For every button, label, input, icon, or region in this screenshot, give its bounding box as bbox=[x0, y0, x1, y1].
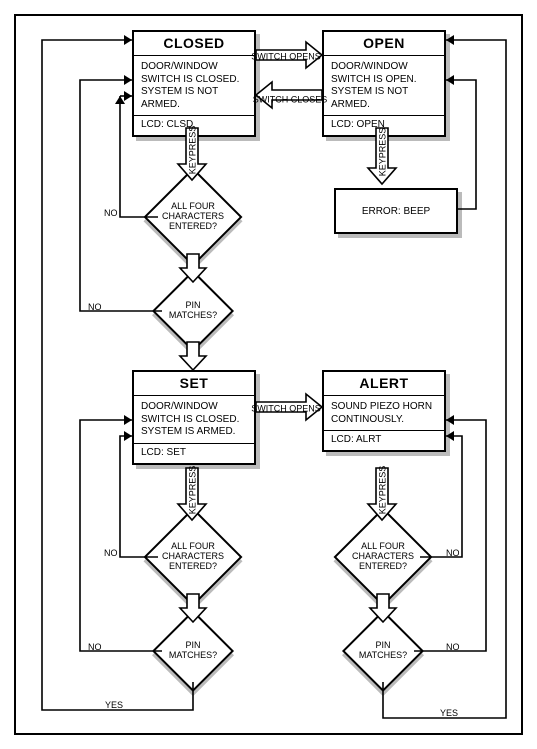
label-yes-6: YES bbox=[440, 708, 458, 718]
label-yes-3: YES bbox=[190, 598, 200, 616]
label-yes-1: YES bbox=[190, 258, 200, 276]
state-open-lcd: LCD: OPEN bbox=[324, 115, 444, 135]
state-alert: ALERT SOUND PIEZO HORN CONTINOUSLY. LCD:… bbox=[322, 370, 446, 452]
error-label: ERROR: BEEP bbox=[362, 206, 430, 217]
decision-alert-pin-label: PIN MATCHES? bbox=[354, 622, 412, 680]
decision-set-allfour: ALL FOUR CHARACTERS ENTERED? bbox=[158, 522, 228, 592]
state-open-title: OPEN bbox=[324, 32, 444, 56]
state-alert-body: SOUND PIEZO HORN CONTINOUSLY. bbox=[324, 396, 444, 430]
state-alert-lcd: LCD: ALRT bbox=[324, 430, 444, 450]
decision-alert-pin: PIN MATCHES? bbox=[354, 622, 412, 680]
label-no-4: NO bbox=[88, 642, 102, 652]
state-closed: CLOSED DOOR/WINDOW SWITCH IS CLOSED. SYS… bbox=[132, 30, 256, 137]
decision-closed-allfour: ALL FOUR CHARACTERS ENTERED? bbox=[158, 182, 228, 252]
label-yes-5: YES bbox=[380, 598, 390, 616]
label-yes-2: YES bbox=[190, 346, 200, 364]
state-alert-title: ALERT bbox=[324, 372, 444, 396]
state-open: OPEN DOOR/WINDOW SWITCH IS OPEN. SYSTEM … bbox=[322, 30, 446, 137]
state-closed-lcd: LCD: CLSD bbox=[134, 115, 254, 135]
label-yes-4: YES bbox=[105, 700, 123, 710]
decision-closed-pin-label: PIN MATCHES? bbox=[164, 282, 222, 340]
state-set: SET DOOR/WINDOW SWITCH IS CLOSED. SYSTEM… bbox=[132, 370, 256, 465]
decision-set-pin-label: PIN MATCHES? bbox=[164, 622, 222, 680]
label-no-5: NO bbox=[446, 548, 460, 558]
state-open-body: DOOR/WINDOW SWITCH IS OPEN. SYSTEM IS NO… bbox=[324, 56, 444, 115]
state-set-lcd: LCD: SET bbox=[134, 443, 254, 463]
state-set-body: DOOR/WINDOW SWITCH IS CLOSED. SYSTEM IS … bbox=[134, 396, 254, 443]
label-no-1: NO bbox=[104, 208, 118, 218]
label-no-2: NO bbox=[88, 302, 102, 312]
decision-set-pin: PIN MATCHES? bbox=[164, 622, 222, 680]
state-set-title: SET bbox=[134, 372, 254, 396]
decision-alert-allfour: ALL FOUR CHARACTERS ENTERED? bbox=[348, 522, 418, 592]
decision-set-allfour-label: ALL FOUR CHARACTERS ENTERED? bbox=[158, 522, 228, 592]
state-closed-title: CLOSED bbox=[134, 32, 254, 56]
decision-alert-allfour-label: ALL FOUR CHARACTERS ENTERED? bbox=[348, 522, 418, 592]
error-box: ERROR: BEEP bbox=[334, 188, 458, 234]
label-no-6: NO bbox=[446, 642, 460, 652]
diagram-frame bbox=[14, 14, 523, 735]
decision-closed-pin: PIN MATCHES? bbox=[164, 282, 222, 340]
label-no-3: NO bbox=[104, 548, 118, 558]
state-closed-body: DOOR/WINDOW SWITCH IS CLOSED. SYSTEM IS … bbox=[134, 56, 254, 115]
decision-closed-allfour-label: ALL FOUR CHARACTERS ENTERED? bbox=[158, 182, 228, 252]
